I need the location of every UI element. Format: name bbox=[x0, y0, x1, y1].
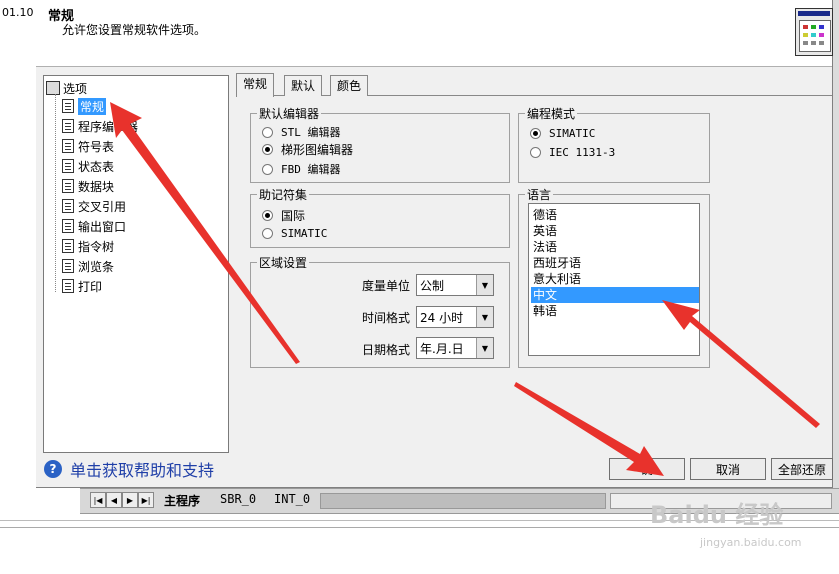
tab-general[interactable]: 常规 bbox=[236, 73, 275, 97]
tree-item-label: 程序编辑器 bbox=[78, 119, 139, 134]
help-link-text: 单击获取帮助和支持 bbox=[70, 461, 215, 480]
measure-unit-label: 度量单位 bbox=[362, 279, 411, 293]
horizontal-scrollbar[interactable] bbox=[320, 493, 606, 509]
document-icon bbox=[62, 119, 74, 133]
background-app-left-pane bbox=[0, 0, 36, 488]
document-icon bbox=[62, 179, 74, 193]
tree-item-status-table[interactable]: 状态表 bbox=[62, 157, 114, 175]
tree-item-print[interactable]: 打印 bbox=[62, 277, 102, 295]
help-link[interactable]: ? 单击获取帮助和支持 bbox=[44, 457, 214, 481]
watermark-url: jingyan.baidu.com bbox=[700, 536, 802, 549]
tree-item-general[interactable]: 常规 bbox=[62, 97, 107, 115]
tree-item-label: 常规 bbox=[78, 97, 107, 115]
tree-item-navigation-bar[interactable]: 浏览条 bbox=[62, 257, 114, 275]
tree-root[interactable]: 选项 bbox=[46, 80, 87, 96]
options-folder-icon bbox=[46, 81, 60, 95]
next-sheet-icon[interactable]: ▶ bbox=[122, 492, 138, 508]
time-format-select[interactable]: 24 小时 ▼ bbox=[416, 306, 494, 328]
background-app-line-number: 01.10 bbox=[2, 6, 34, 19]
radio-label: SIMATIC bbox=[549, 127, 596, 140]
group-legend: 区域设置 bbox=[257, 254, 310, 271]
tree-item-label: 浏览条 bbox=[78, 259, 115, 274]
radio-simatic-mnemonic[interactable]: SIMATIC bbox=[262, 227, 327, 240]
tree-item-label: 输出窗口 bbox=[78, 219, 127, 234]
tree-root-label: 选项 bbox=[63, 81, 88, 96]
date-format-select[interactable]: 年.月.日 ▼ bbox=[416, 337, 494, 359]
options-window-icon bbox=[795, 8, 833, 56]
help-icon: ? bbox=[44, 460, 62, 478]
language-list[interactable]: 德语 英语 法语 西班牙语 意大利语 中文 韩语 bbox=[528, 203, 700, 356]
prev-sheet-icon[interactable]: ◀ bbox=[106, 492, 122, 508]
sheet-tab-sbr0[interactable]: SBR_0 bbox=[220, 492, 256, 506]
group-legend: 编程模式 bbox=[525, 105, 578, 122]
select-value: 年.月.日 bbox=[420, 342, 464, 356]
restore-all-button[interactable]: 全部还原 bbox=[771, 458, 833, 480]
measure-unit-select[interactable]: 公制 ▼ bbox=[416, 274, 494, 296]
document-icon bbox=[62, 139, 74, 153]
last-sheet-icon[interactable]: ▶| bbox=[138, 492, 154, 508]
group-legend: 默认编辑器 bbox=[257, 105, 322, 122]
document-icon bbox=[62, 159, 74, 173]
tree-item-label: 指令树 bbox=[78, 239, 115, 254]
radio-fbd-editor[interactable]: FBD 编辑器 bbox=[262, 161, 341, 177]
tree-item-label: 交叉引用 bbox=[78, 199, 127, 214]
radio-iec-mode[interactable]: IEC 1131-3 bbox=[530, 146, 615, 159]
radio-stl-editor[interactable]: STL 编辑器 bbox=[262, 124, 341, 140]
radio-label: SIMATIC bbox=[281, 227, 328, 240]
radio-label: 国际 bbox=[281, 209, 306, 223]
tree-item-symbol-table[interactable]: 符号表 bbox=[62, 137, 114, 155]
radio-simatic-mode[interactable]: SIMATIC bbox=[530, 127, 595, 140]
date-format-label: 日期格式 bbox=[362, 343, 411, 357]
document-icon bbox=[62, 99, 74, 113]
first-sheet-icon[interactable]: |◀ bbox=[90, 492, 106, 508]
tree-item-output-window[interactable]: 输出窗口 bbox=[62, 217, 126, 235]
tree-connector-line bbox=[55, 94, 57, 292]
tree-item-instruction-tree[interactable]: 指令树 bbox=[62, 237, 114, 255]
tree-item-label: 状态表 bbox=[78, 159, 115, 174]
tree-item-label: 符号表 bbox=[78, 139, 115, 154]
language-item-spanish[interactable]: 西班牙语 bbox=[531, 255, 699, 271]
radio-label: FBD 编辑器 bbox=[281, 163, 341, 176]
language-item-chinese[interactable]: 中文 bbox=[531, 287, 699, 303]
language-item-korean[interactable]: 韩语 bbox=[531, 303, 699, 319]
language-item-french[interactable]: 法语 bbox=[531, 239, 699, 255]
sheet-tab-int0[interactable]: INT_0 bbox=[274, 492, 310, 506]
tab-colors[interactable]: 颜色 bbox=[330, 75, 369, 96]
select-value: 24 小时 bbox=[420, 311, 464, 325]
radio-label: IEC 1131-3 bbox=[549, 146, 616, 159]
document-icon bbox=[62, 219, 74, 233]
tree-item-program-editor[interactable]: 程序编辑器 bbox=[62, 117, 138, 135]
language-item-german[interactable]: 德语 bbox=[531, 207, 699, 223]
tree-item-label: 数据块 bbox=[78, 179, 115, 194]
language-item-english[interactable]: 英语 bbox=[531, 223, 699, 239]
tree-item-label: 打印 bbox=[78, 279, 103, 294]
select-value: 公制 bbox=[420, 279, 445, 293]
document-icon bbox=[62, 279, 74, 293]
ok-button[interactable]: 确 bbox=[609, 458, 685, 480]
group-legend: 助记符集 bbox=[257, 186, 310, 203]
watermark-logo: Baidu 经验 bbox=[650, 501, 784, 529]
sheet-tab-main[interactable]: 主程序 bbox=[164, 492, 200, 509]
tab-default[interactable]: 默认 bbox=[284, 75, 323, 96]
radio-ladder-editor[interactable]: 梯形图编辑器 bbox=[262, 141, 353, 158]
document-icon bbox=[62, 239, 74, 253]
chevron-down-icon: ▼ bbox=[476, 275, 493, 295]
language-item-italian[interactable]: 意大利语 bbox=[531, 271, 699, 287]
radio-label: STL 编辑器 bbox=[281, 126, 341, 139]
background-app-right-strip bbox=[832, 0, 839, 488]
cancel-button[interactable]: 取消 bbox=[690, 458, 766, 480]
tree-item-cross-reference[interactable]: 交叉引用 bbox=[62, 197, 126, 215]
time-format-label: 时间格式 bbox=[362, 311, 411, 325]
dialog-description: 允许您设置常规软件选项。 bbox=[62, 23, 207, 37]
document-icon bbox=[62, 259, 74, 273]
chevron-down-icon: ▼ bbox=[476, 307, 493, 327]
tree-item-data-block[interactable]: 数据块 bbox=[62, 177, 114, 195]
document-icon bbox=[62, 199, 74, 213]
radio-international[interactable]: 国际 bbox=[262, 207, 305, 224]
options-tree: 选项 常规 程序编辑器 符号表 状态表 数据块 交叉引用 输出窗口 指令树 浏览… bbox=[43, 75, 229, 453]
group-legend: 语言 bbox=[525, 186, 554, 203]
radio-label: 梯形图编辑器 bbox=[281, 143, 354, 157]
chevron-down-icon: ▼ bbox=[476, 338, 493, 358]
